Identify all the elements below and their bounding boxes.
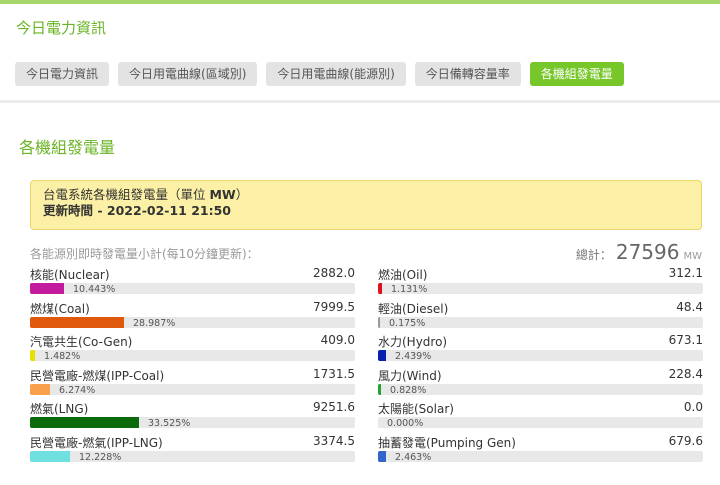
energy-item: 風力(Wind) 228.4 0.828% [378, 367, 703, 401]
share-bar-fill [30, 417, 139, 428]
energy-name: 風力(Wind) [378, 368, 442, 383]
share-bar-fill [30, 350, 35, 361]
energy-item: 民營電廠-燃氣(IPP-LNG) 3374.5 12.228% [30, 434, 355, 468]
share-bar-track [30, 417, 355, 428]
energy-item: 民營電廠-燃煤(IPP-Coal) 1731.5 6.274% [30, 367, 355, 401]
energy-name: 水力(Hydro) [378, 335, 448, 349]
energy-name: 民營電廠-燃煤(IPP-Coal) [30, 368, 165, 383]
energy-value: 228.4 [668, 366, 703, 381]
tab-load-curve-source[interactable]: 今日用電曲線(能源別) [266, 62, 406, 86]
share-percent: 2.439% [395, 351, 432, 362]
share-percent: 0.000% [387, 418, 424, 429]
total-value: 27596 [615, 240, 680, 264]
energy-value: 7999.5 [313, 299, 355, 314]
share-percent: 6.274% [59, 384, 96, 396]
share-bar-fill [30, 383, 50, 395]
energy-value: 0.0 [683, 400, 703, 414]
info-notice: 台電系統各機組發電量（單位 MW） 更新時間 - 2022-02-11 21:5… [30, 180, 702, 230]
energy-name: 燃氣(LNG) [30, 402, 89, 416]
share-bar-track [30, 316, 355, 328]
tab-unit-generation[interactable]: 各機組發電量 [529, 62, 624, 86]
energy-name: 太陽能(Solar) [378, 402, 454, 416]
share-percent: 10.443% [73, 284, 116, 295]
energy-value: 9251.6 [313, 400, 355, 414]
grand-total: 總計： 27596 MW [576, 240, 702, 264]
share-bar-fill [378, 283, 382, 294]
share-bar-fill [30, 283, 64, 294]
share-bar-track [378, 316, 703, 328]
share-bar-fill [378, 450, 386, 462]
energy-value: 1731.5 [313, 366, 355, 381]
update-time-label: 更新時間 - [43, 203, 107, 218]
energy-name: 輕油(Diesel) [378, 301, 449, 316]
share-percent: 2.463% [395, 451, 432, 463]
energy-item: 汽電共生(Co-Gen) 409.0 1.482% [30, 333, 355, 367]
energy-name: 核能(Nuclear) [30, 268, 110, 282]
energy-list-right: 燃油(Oil) 312.1 1.131% 輕油(Diesel) 48.4 0.175% 水力… [378, 266, 703, 467]
share-bar-track [378, 383, 703, 395]
energy-value: 312.1 [668, 266, 703, 280]
share-percent: 33.525% [148, 418, 191, 429]
energy-value: 2882.0 [313, 266, 355, 280]
energy-item: 太陽能(Solar) 0.0 0.000% [378, 400, 703, 434]
notice-text: 台電系統各機組發電量（單位 [43, 187, 210, 202]
energy-value: 48.4 [676, 299, 703, 314]
tab-reserve-margin[interactable]: 今日備轉容量率 [414, 62, 521, 86]
share-percent: 12.228% [79, 451, 122, 463]
total-unit: MW [683, 251, 702, 262]
share-percent: 0.175% [389, 317, 426, 329]
share-percent: 0.828% [390, 384, 427, 396]
energy-item: 核能(Nuclear) 2882.0 10.443% [30, 266, 355, 300]
energy-item: 燃煤(Coal) 7999.5 28.987% [30, 300, 355, 334]
tab-today-power-info[interactable]: 今日電力資訊 [15, 62, 110, 86]
total-label: 總計： [575, 248, 612, 262]
update-time-value: 2022-02-11 21:50 [106, 203, 232, 218]
notice-unit: MW [209, 187, 236, 202]
energy-name: 民營電廠-燃氣(IPP-LNG) [30, 435, 163, 450]
energy-name: 燃煤(Coal) [30, 301, 90, 316]
share-bar-fill [30, 316, 124, 328]
share-bar-fill [30, 450, 70, 462]
page-title: 今日電力資訊 [16, 19, 107, 37]
energy-name: 汽電共生(Co-Gen) [30, 335, 133, 349]
energy-item: 抽蓄發電(Pumping Gen) 679.6 2.463% [378, 434, 703, 468]
share-bar-track [378, 417, 703, 428]
notice-line-1: 台電系統各機組發電量（單位 MW） [43, 187, 689, 203]
share-bar-fill [378, 383, 381, 395]
share-bar-fill [378, 316, 380, 328]
energy-name: 燃油(Oil) [378, 268, 428, 282]
main-content: 各機組發電量 台電系統各機組發電量（單位 MW） 更新時間 - 2022-02-… [0, 103, 720, 485]
share-percent: 1.482% [44, 351, 81, 362]
energy-item: 輕油(Diesel) 48.4 0.175% [378, 300, 703, 334]
energy-list-left: 核能(Nuclear) 2882.0 10.443% 燃煤(Coal) 7999.5 28… [30, 266, 355, 467]
notice-line-2: 更新時間 - 2022-02-11 21:50 [43, 203, 689, 219]
energy-value: 679.6 [668, 433, 703, 448]
share-percent: 28.987% [133, 317, 176, 329]
energy-item: 水力(Hydro) 673.1 2.439% [378, 333, 703, 367]
section-title: 各機組發電量 [19, 138, 116, 157]
energy-value: 3374.5 [313, 433, 355, 448]
energy-value: 673.1 [668, 333, 703, 347]
share-percent: 1.131% [391, 284, 428, 295]
tab-bar: 今日電力資訊 今日用電曲線(區域別) 今日用電曲線(能源別) 今日備轉容量率 各… [15, 62, 624, 86]
share-bar-fill [378, 350, 386, 361]
subtotal-caption: 各能源別即時發電量小計(每10分鐘更新)： [30, 247, 259, 261]
page-header: 今日電力資訊 今日電力資訊 今日用電曲線(區域別) 今日用電曲線(能源別) 今日… [0, 4, 720, 100]
energy-item: 燃油(Oil) 312.1 1.131% [378, 266, 703, 300]
energy-name: 抽蓄發電(Pumping Gen) [378, 435, 516, 450]
energy-value: 409.0 [320, 333, 355, 347]
tab-load-curve-region[interactable]: 今日用電曲線(區域別) [118, 62, 258, 86]
energy-item: 燃氣(LNG) 9251.6 33.525% [30, 400, 355, 434]
notice-text-end: ） [235, 187, 249, 202]
